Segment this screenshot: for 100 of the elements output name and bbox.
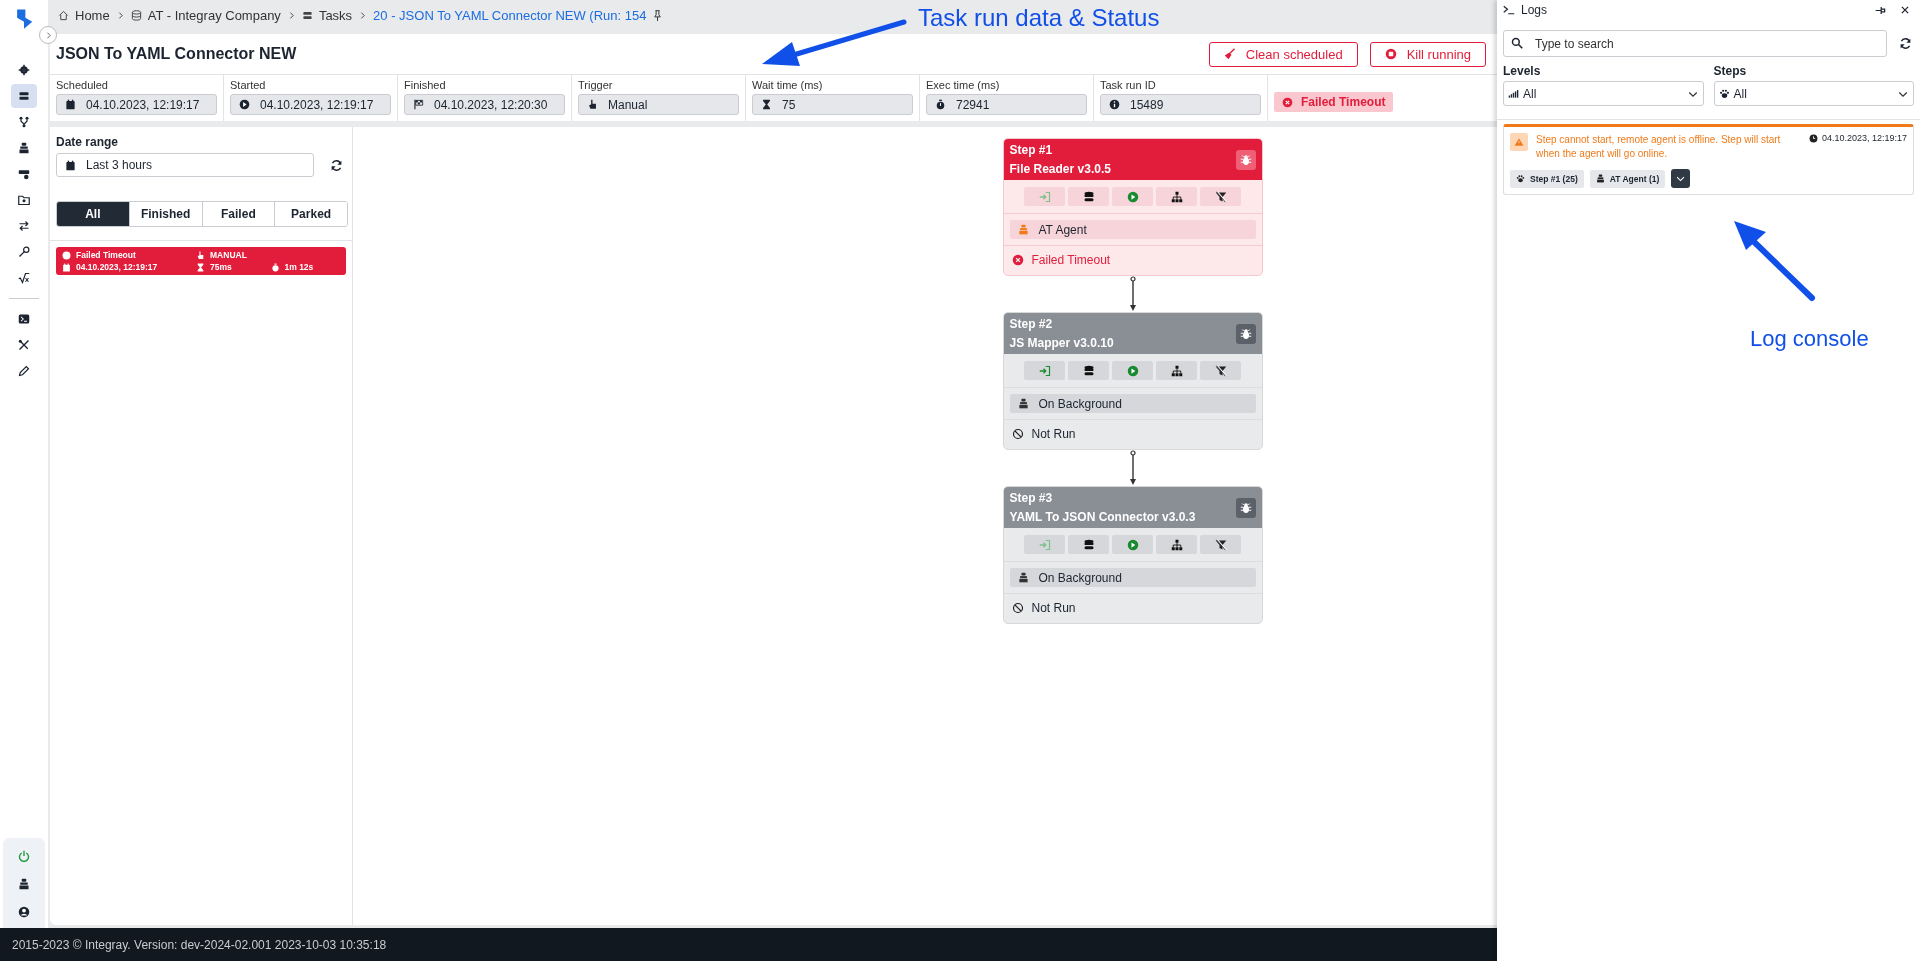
sqrt-icon — [18, 272, 30, 284]
step-result: Not Run — [1003, 594, 1262, 623]
step-number: Step #1 — [1009, 143, 1054, 157]
data-button[interactable] — [1068, 361, 1109, 380]
pencil-icon — [18, 365, 30, 377]
status-badge: Failed Timeout — [1274, 92, 1394, 112]
play-icon — [239, 99, 250, 110]
steps-dropdown[interactable]: All — [1713, 81, 1914, 106]
agent-icon — [18, 878, 30, 890]
chevron-right-icon — [358, 10, 368, 20]
hand-icon — [587, 99, 598, 110]
field-label: Started — [230, 79, 267, 91]
breadcrumb-link[interactable]: Tasks — [318, 7, 353, 23]
filter-off-button[interactable] — [1200, 187, 1241, 206]
close-icon — [1900, 5, 1910, 15]
fork-icon — [18, 116, 30, 128]
x-circle-icon — [62, 250, 71, 260]
task-title: JSON To YAML Connector NEW — [56, 45, 297, 63]
action-button[interactable]: Clean scheduled — [1208, 41, 1358, 67]
breadcrumb-link[interactable]: 20 - JSON To YAML Connector NEW (Run: 154 — [373, 7, 647, 23]
step-name: YAML To JSON Connector v3.0.3 — [1009, 510, 1197, 524]
sitemap-icon — [1170, 538, 1183, 551]
readonly-field: 04.10.2023, 12:19:17 — [230, 94, 391, 115]
pin-icon — [1875, 4, 1886, 16]
refresh-icon — [330, 158, 343, 172]
readonly-field: 75 — [752, 94, 913, 115]
run-trigger: MANUAL — [210, 250, 247, 260]
play-icon — [1126, 190, 1139, 203]
step-node[interactable]: Step #1 File Reader v3.0.5 AT Agent Failed Timeout — [1002, 138, 1263, 276]
clock-icon — [1808, 133, 1818, 143]
x-circle-icon — [1282, 96, 1293, 108]
debug-button[interactable] — [1235, 497, 1256, 518]
filter-off-button[interactable] — [1200, 535, 1241, 554]
levels-dropdown[interactable]: All — [1503, 81, 1704, 106]
agent-icon — [1017, 572, 1029, 583]
log-time: 04.10.2023, 12:19:17 — [1821, 133, 1907, 143]
database-icon — [1082, 190, 1095, 203]
panel-title: Logs — [1521, 3, 1548, 17]
field-label: Exec time (ms) — [926, 79, 1001, 91]
search-field[interactable]: Type to search — [1503, 30, 1887, 57]
login-icon — [1038, 538, 1051, 551]
breadcrumb-link[interactable]: AT - Integray Company — [147, 7, 281, 23]
debug-button[interactable] — [1235, 323, 1256, 344]
filter-off-icon — [1214, 190, 1227, 203]
login-icon — [1038, 190, 1051, 203]
filter-off-button[interactable] — [1200, 361, 1241, 380]
signal-icon — [1508, 88, 1519, 99]
breadcrumb-link[interactable]: Home — [75, 7, 110, 23]
bug-icon — [1239, 501, 1252, 514]
expand-button[interactable] — [1671, 169, 1691, 188]
log-tag[interactable]: AT Agent (1) — [1589, 169, 1666, 188]
sitemap-icon — [1170, 190, 1183, 203]
agent-label: AT Agent — [1009, 220, 1256, 239]
sidebar-item[interactable] — [11, 84, 37, 108]
structure-button[interactable] — [1156, 187, 1197, 206]
database-icon — [1082, 538, 1095, 551]
filter-tab[interactable]: Parked — [274, 202, 347, 226]
database-icon — [130, 9, 142, 21]
refresh-icon — [1899, 37, 1912, 50]
field-label: Task run ID — [1100, 79, 1157, 91]
run-start-time: 04.10.2023, 12:19:17 — [76, 262, 158, 272]
login-icon — [1038, 364, 1051, 377]
agent-icon — [1595, 174, 1605, 183]
sitemap-icon — [1170, 364, 1183, 377]
data-button[interactable] — [1068, 535, 1109, 554]
flag-icon — [413, 99, 424, 110]
input-button[interactable] — [1024, 361, 1065, 380]
structure-button[interactable] — [1156, 535, 1197, 554]
input-button[interactable] — [1024, 535, 1065, 554]
step-number: Step #2 — [1009, 317, 1054, 331]
step-node[interactable]: Step #3 YAML To JSON Connector v3.0.3 On Background Not Run — [1002, 486, 1263, 624]
step-node[interactable]: Step #2 JS Mapper v3.0.10 On Background Not Run — [1002, 312, 1263, 450]
debug-button[interactable] — [1235, 149, 1256, 170]
step-name: JS Mapper v3.0.10 — [1009, 336, 1115, 350]
data-button[interactable] — [1068, 187, 1109, 206]
run-list-item[interactable]: Failed Timeout MANUAL 04.10.2023, 12:19:17 75ms 1m 12s — [56, 247, 346, 275]
filter-off-icon — [1214, 538, 1227, 551]
broom-icon — [1223, 48, 1236, 60]
action-button[interactable]: Kill running — [1369, 41, 1486, 67]
run-status: Failed Timeout — [76, 250, 136, 260]
date-range-field[interactable]: Last 3 hours — [56, 153, 314, 177]
readonly-field: 04.10.2023, 12:20:30 — [404, 94, 565, 115]
input-button[interactable] — [1024, 187, 1065, 206]
pin-icon — [652, 9, 664, 21]
calendar-icon — [65, 99, 76, 110]
storage-icon — [18, 168, 30, 180]
log-tag[interactable]: Step #1 (25) — [1510, 169, 1584, 188]
info-icon — [1109, 99, 1120, 110]
server-icon — [301, 9, 313, 21]
paw-icon — [1718, 88, 1730, 99]
readonly-field: Manual — [578, 94, 739, 115]
agent-icon — [1017, 224, 1029, 235]
run-exec-time: 1m 12s — [284, 262, 314, 272]
play-icon — [1126, 364, 1139, 377]
swap-icon — [18, 220, 30, 232]
structure-button[interactable] — [1156, 361, 1197, 380]
home-icon — [58, 9, 69, 21]
field-label: Wait time (ms) — [752, 79, 824, 91]
stopwatch-icon — [270, 262, 280, 272]
filter-tab[interactable]: All — [57, 202, 129, 226]
